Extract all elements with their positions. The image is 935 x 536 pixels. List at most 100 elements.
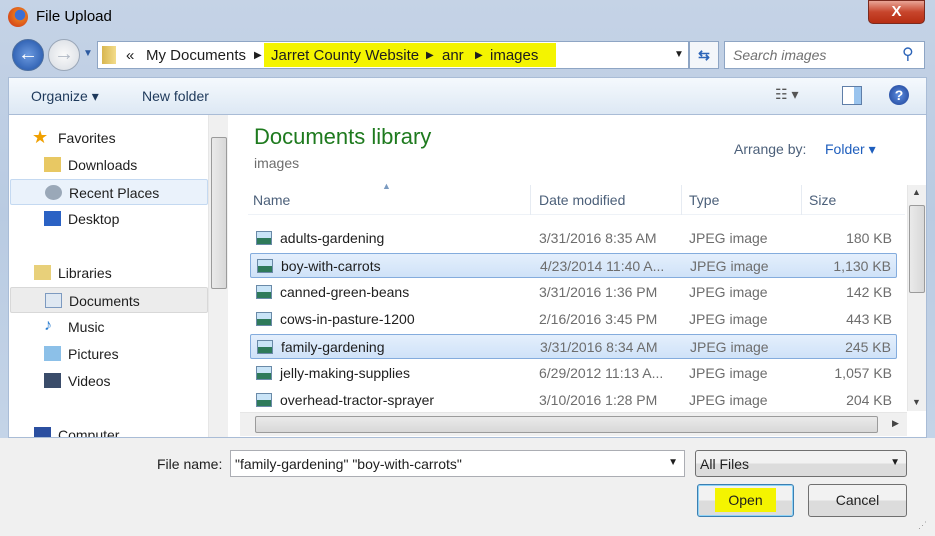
arrange-by-dropdown[interactable]: Folder ▾ (825, 141, 876, 158)
scroll-down-arrow[interactable]: ▼ (912, 397, 921, 407)
breadcrumb-arrow-icon[interactable]: ▶ (426, 50, 434, 61)
folder-icon (102, 46, 116, 64)
toolbar: Organize ▾ New folder ☷ ▾ ? (8, 77, 927, 114)
breadcrumb-images[interactable]: images (490, 47, 538, 64)
file-list-vertical-scrollbar[interactable]: ▲ ▼ (907, 185, 926, 411)
open-label: Open (715, 488, 776, 512)
breadcrumb-jarret-county-website[interactable]: Jarret County Website (271, 47, 419, 64)
file-row[interactable]: adults-gardening 3/31/2016 8:35 AM JPEG … (250, 226, 897, 251)
nav-label: Libraries (58, 265, 112, 281)
close-button[interactable]: X (868, 0, 925, 24)
file-type-select[interactable]: All Files ▼ (695, 450, 907, 477)
breadcrumb-arrow-icon[interactable]: ▶ (254, 50, 262, 61)
file-type: JPEG image (690, 339, 769, 355)
file-size: 204 KB (846, 392, 892, 408)
nav-videos[interactable]: Videos (10, 368, 208, 394)
address-dropdown-icon[interactable]: ▼ (674, 49, 684, 60)
arrange-by-label: Arrange by: (734, 141, 807, 157)
nav-scrollbar-thumb[interactable] (211, 137, 227, 289)
jpeg-file-icon (256, 312, 272, 326)
file-date: 4/23/2014 11:40 A... (540, 258, 665, 274)
nav-desktop[interactable]: Desktop (10, 206, 208, 232)
file-name: boy-with-carrots (281, 258, 381, 274)
file-size: 1,130 KB (833, 258, 891, 274)
file-name-input[interactable]: "family-gardening" "boy-with-carrots" ▼ (230, 450, 685, 477)
library-subtitle: images (254, 155, 300, 171)
help-icon[interactable]: ? (889, 85, 909, 105)
horizontal-scrollbar-thumb[interactable] (255, 416, 878, 433)
file-row[interactable]: canned-green-beans 3/31/2016 1:36 PM JPE… (250, 280, 897, 305)
file-type-dropdown-icon[interactable]: ▼ (890, 457, 900, 468)
nav-label: Videos (68, 373, 111, 389)
navigation-pane: ★ Favorites Downloads Recent Places Deskt… (10, 115, 208, 437)
nav-music[interactable]: ♪ Music (10, 314, 208, 340)
file-size: 245 KB (845, 339, 891, 355)
vertical-scrollbar-thumb[interactable] (909, 205, 925, 293)
file-name: canned-green-beans (280, 284, 410, 300)
scroll-right-arrow[interactable]: ▶ (892, 418, 899, 429)
file-name-dropdown-icon[interactable]: ▼ (668, 457, 678, 468)
file-row[interactable]: family-gardening 3/31/2016 8:34 AM JPEG … (250, 334, 897, 359)
window-title: File Upload (36, 8, 112, 25)
cancel-button[interactable]: Cancel (808, 484, 907, 517)
breadcrumb-arrow-icon[interactable]: ▶ (475, 50, 483, 61)
nav-downloads[interactable]: Downloads (10, 152, 208, 178)
nav-label: Desktop (68, 211, 120, 227)
file-size: 443 KB (846, 311, 892, 327)
view-options-icon[interactable]: ☷ ▾ (775, 86, 798, 103)
search-input[interactable]: Search images (724, 41, 925, 69)
recent-pages-dropdown[interactable]: ▼ (83, 48, 93, 59)
nav-computer[interactable]: Computer (10, 422, 208, 437)
nav-documents[interactable]: Documents (10, 287, 208, 313)
breadcrumb-anr[interactable]: anr (442, 47, 464, 64)
file-name: family-gardening (281, 339, 385, 355)
file-row[interactable]: overhead-tractor-sprayer 3/10/2016 1:28 … (250, 388, 897, 413)
organize-button[interactable]: Organize ▾ (31, 88, 99, 105)
breadcrumb-my-documents[interactable]: My Documents (146, 47, 246, 64)
refresh-button[interactable]: ⇆ (689, 41, 719, 69)
file-row[interactable]: boy-with-carrots 4/23/2014 11:40 A... JP… (250, 253, 897, 278)
libraries-icon (34, 265, 51, 280)
nav-label: Downloads (68, 157, 138, 173)
scroll-up-arrow[interactable]: ▲ (912, 187, 921, 197)
nav-recent-places[interactable]: Recent Places (10, 179, 208, 205)
nav-scrollbar[interactable] (208, 115, 228, 437)
file-type: JPEG image (690, 258, 769, 274)
library-title: Documents library (254, 124, 432, 149)
file-row[interactable]: cows-in-pasture-1200 2/16/2016 3:45 PM J… (250, 307, 897, 332)
videos-icon (44, 373, 61, 388)
new-folder-button[interactable]: New folder (142, 88, 209, 104)
file-name: jelly-making-supplies (280, 365, 410, 381)
nav-pictures[interactable]: Pictures (10, 341, 208, 367)
file-date: 3/10/2016 1:28 PM (539, 392, 658, 408)
file-row[interactable]: jelly-making-supplies 6/29/2012 11:13 A.… (250, 361, 897, 386)
resize-grip-icon[interactable]: ⋰ (918, 520, 927, 531)
file-list-horizontal-scrollbar[interactable]: ▶ (240, 412, 907, 436)
jpeg-file-icon (257, 340, 273, 354)
back-button[interactable]: ← (12, 39, 44, 71)
nav-libraries[interactable]: Libraries (10, 260, 208, 286)
breadcrumb-overflow[interactable]: « (126, 47, 134, 64)
desktop-icon (44, 211, 61, 226)
column-header-size[interactable]: Size (809, 185, 836, 215)
preview-pane-icon[interactable] (842, 86, 862, 105)
jpeg-file-icon (256, 231, 272, 245)
jpeg-file-icon (256, 393, 272, 407)
music-icon: ♪ (44, 317, 52, 334)
file-date: 3/31/2016 1:36 PM (539, 284, 658, 300)
column-header-name[interactable]: Name (253, 185, 290, 215)
firefox-icon (8, 7, 28, 27)
column-header-date[interactable]: Date modified (539, 185, 625, 215)
file-type: JPEG image (689, 392, 768, 408)
documents-icon (45, 293, 62, 308)
nav-favorites[interactable]: ★ Favorites (10, 125, 208, 151)
dialog-footer: File name: "family-gardening" "boy-with-… (0, 438, 935, 536)
downloads-folder-icon (44, 157, 61, 172)
address-bar[interactable]: « My Documents ▶ Jarret County Website ▶… (97, 41, 689, 69)
search-icon[interactable]: ⚲ (902, 44, 914, 64)
file-size: 1,057 KB (834, 365, 892, 381)
open-button[interactable]: Open (697, 484, 794, 517)
column-header-type[interactable]: Type (689, 185, 719, 215)
file-name: overhead-tractor-sprayer (280, 392, 435, 408)
forward-button[interactable]: → (48, 39, 80, 71)
